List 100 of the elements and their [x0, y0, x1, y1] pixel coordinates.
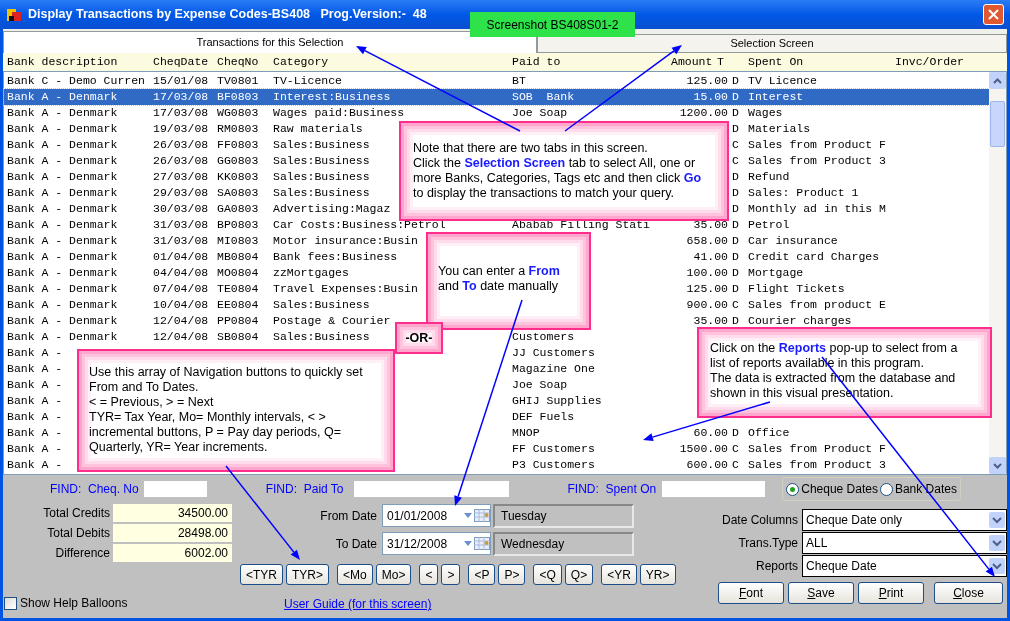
table-cell[interactable]: Bank A - Denmark — [7, 250, 118, 264]
table-cell[interactable]: Bank A - Denmark — [7, 170, 118, 184]
tab[interactable]: Transactions for this Selection — [3, 31, 537, 53]
table-cell[interactable]: Bank A - Denmark — [7, 186, 118, 200]
table-cell[interactable]: Refund — [748, 170, 790, 184]
table-cell[interactable]: Bank A - Denmark — [7, 282, 118, 296]
table-cell[interactable]: 10/04/08 — [153, 298, 209, 312]
table-cell[interactable]: Car insurance — [748, 234, 838, 248]
table-cell[interactable]: 60.00 — [693, 426, 728, 440]
action-button[interactable]: Font — [718, 582, 784, 604]
user-guide-link[interactable]: User Guide (for this screen) — [284, 595, 432, 613]
nav-button[interactable]: < — [419, 564, 439, 585]
table-cell[interactable]: Sales from Product 3 — [748, 458, 887, 472]
input-field[interactable] — [353, 481, 509, 497]
table-cell[interactable]: D — [732, 218, 739, 232]
table-cell[interactable]: SB0804 — [217, 330, 259, 344]
table-cell[interactable]: 26/03/08 — [153, 154, 209, 168]
nav-button[interactable]: YR> — [639, 564, 676, 585]
table-cell[interactable]: Bank A - — [7, 458, 63, 472]
table-cell[interactable]: Monthly ad in this M — [748, 202, 887, 216]
table-cell[interactable]: P3 Customers — [512, 458, 595, 472]
scrollbar-thumb[interactable] — [990, 101, 1005, 147]
nav-button[interactable]: <Mo — [337, 564, 373, 585]
table-cell[interactable]: 35.00 — [693, 314, 728, 328]
table-cell[interactable]: zzMortgages — [273, 266, 349, 280]
table-cell[interactable]: 01/04/08 — [153, 250, 209, 264]
table-cell[interactable]: Joe Soap — [512, 378, 568, 392]
table-cell[interactable]: Raw materials — [273, 122, 363, 136]
table-cell[interactable]: D — [732, 170, 739, 184]
table-cell[interactable]: FF0803 — [217, 138, 259, 152]
nav-button[interactable]: <YR — [601, 564, 637, 585]
table-cell[interactable]: 17/03/08 — [153, 90, 209, 104]
table-cell[interactable]: TV0801 — [217, 74, 259, 88]
table-cell[interactable]: Sales from Product 3 — [748, 154, 887, 168]
table-cell[interactable]: C — [732, 298, 739, 312]
table-cell[interactable]: Bank A - Denmark — [7, 314, 118, 328]
table-cell[interactable]: C — [732, 442, 739, 456]
table-cell[interactable]: 07/04/08 — [153, 282, 209, 296]
table-cell[interactable]: GG0803 — [217, 154, 259, 168]
table-cell[interactable]: Credit card Charges — [748, 250, 880, 264]
table-cell[interactable]: Bank A - Denmark — [7, 106, 118, 120]
table-cell[interactable]: C — [732, 138, 739, 152]
table-cell[interactable]: 19/03/08 — [153, 122, 209, 136]
table-cell[interactable]: Mortgage — [748, 266, 804, 280]
table-cell[interactable]: 600.00 — [686, 458, 728, 472]
table-cell[interactable]: BF0803 — [217, 90, 259, 104]
nav-button[interactable]: > — [441, 564, 461, 585]
table-cell[interactable]: GHIJ Supplies — [512, 394, 602, 408]
table-cell[interactable]: TE0804 — [217, 282, 259, 296]
table-cell[interactable]: 125.00 — [686, 74, 728, 88]
table-cell[interactable]: EE0804 — [217, 298, 259, 312]
table-cell[interactable]: 900.00 — [686, 298, 728, 312]
table-cell[interactable]: DEF Fuels — [512, 410, 575, 424]
table-cell[interactable]: Bank A - — [7, 426, 63, 440]
table-cell[interactable]: 100.00 — [686, 266, 728, 280]
table-cell[interactable]: 12/04/08 — [153, 314, 209, 328]
table-cell[interactable]: D — [732, 250, 739, 264]
table-cell[interactable]: 15.00 — [693, 90, 728, 104]
table-cell[interactable]: 31/03/08 — [153, 218, 209, 232]
table-cell[interactable]: 30/03/08 — [153, 202, 209, 216]
tab[interactable]: Selection Screen — [537, 34, 1007, 53]
table-cell[interactable]: JJ Customers — [512, 346, 595, 360]
table-cell[interactable]: Bank A - Denmark — [7, 154, 118, 168]
table-cell[interactable]: D — [732, 186, 739, 200]
table-cell[interactable]: D — [732, 106, 739, 120]
table-cell[interactable]: Sales:Business — [273, 138, 370, 152]
nav-button[interactable]: Q> — [564, 564, 594, 585]
table-cell[interactable]: Bank A - Denmark — [7, 122, 118, 136]
table-cell[interactable]: Bank C - Demo Curren — [7, 74, 146, 88]
table-cell[interactable]: Wages paid:Business — [273, 106, 405, 120]
table-cell[interactable]: Petrol — [748, 218, 790, 232]
table-cell[interactable]: RM0803 — [217, 122, 259, 136]
checkbox[interactable] — [4, 596, 17, 610]
table-cell[interactable]: Bank fees:Business — [273, 250, 398, 264]
table-cell[interactable]: Joe Soap — [512, 106, 568, 120]
table-cell[interactable]: D — [732, 266, 739, 280]
table-cell[interactable]: Bank A - — [7, 410, 63, 424]
table-cell[interactable]: Sales:Business — [273, 298, 370, 312]
table-cell[interactable]: 26/03/08 — [153, 138, 209, 152]
action-button[interactable]: Print — [858, 582, 924, 604]
table-cell[interactable]: Interest — [748, 90, 804, 104]
nav-button[interactable]: <TYR — [240, 564, 283, 585]
table-cell[interactable]: Sales from product E — [748, 298, 887, 312]
table-cell[interactable]: Bank A - — [7, 346, 63, 360]
table-cell[interactable]: D — [732, 282, 739, 296]
table-cell[interactable]: Office — [748, 426, 790, 440]
radio-button[interactable] — [786, 482, 800, 496]
radio-button[interactable] — [879, 482, 893, 496]
date-picker[interactable]: 01/01/2008 — [382, 504, 491, 527]
table-cell[interactable]: D — [732, 122, 739, 136]
table-cell[interactable]: Bank A - Denmark — [7, 90, 118, 104]
table-cell[interactable]: Bank A - — [7, 442, 63, 456]
nav-button[interactable]: <P — [468, 564, 496, 585]
table-cell[interactable]: Postage & Courier — [273, 314, 391, 328]
table-cell[interactable]: 04/04/08 — [153, 266, 209, 280]
table-cell[interactable]: PP0804 — [217, 314, 259, 328]
table-cell[interactable]: Courier charges — [748, 314, 852, 328]
table-cell[interactable]: Wages — [748, 106, 783, 120]
table-cell[interactable]: Bank A - — [7, 378, 63, 392]
table-cell[interactable]: Flight Tickets — [748, 282, 845, 296]
